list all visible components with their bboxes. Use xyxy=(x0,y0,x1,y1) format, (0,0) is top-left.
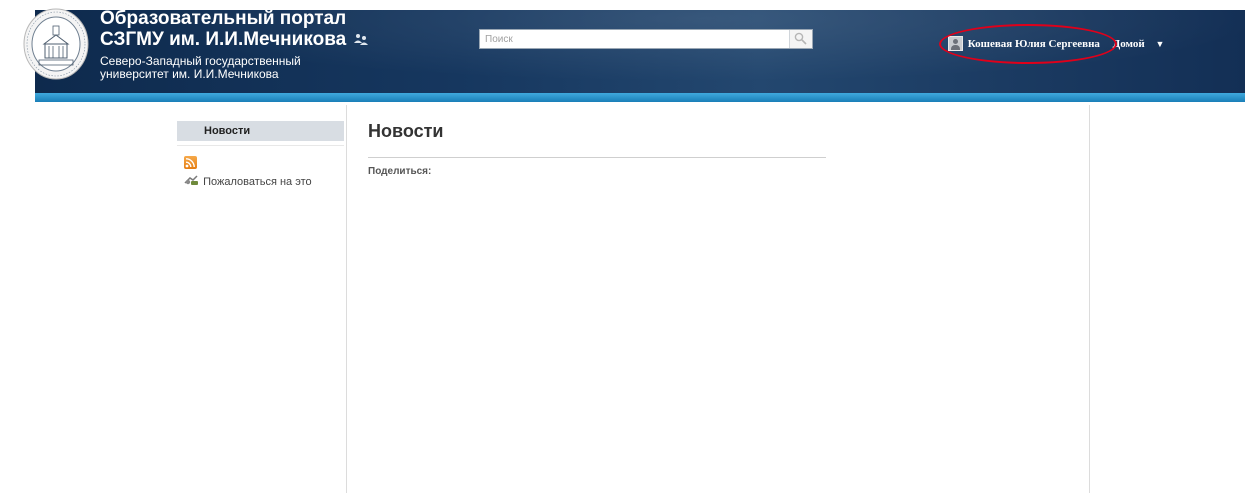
content-border-left xyxy=(346,105,347,493)
rss-icon[interactable] xyxy=(184,156,197,169)
header-accent-stripe xyxy=(35,93,1245,102)
search-input[interactable] xyxy=(480,30,780,48)
user-menu: Кошевая Юлия Сергеевна Домой ▼ xyxy=(948,36,1164,51)
page-title: Новости xyxy=(368,121,444,141)
university-seal-icon[interactable] xyxy=(23,8,89,80)
portal-title-line-1: Образовательный портал xyxy=(100,8,347,29)
search-button[interactable] xyxy=(789,30,812,48)
report-label: Пожаловаться на это xyxy=(203,175,312,188)
content-border-right xyxy=(1089,105,1090,493)
chevron-down-icon[interactable]: ▼ xyxy=(1155,39,1164,49)
portal-subtitle-line-2: университет им. И.И.Мечникова xyxy=(100,67,279,81)
user-name-link[interactable]: Кошевая Юлия Сергеевна xyxy=(968,38,1100,50)
sidebar-divider xyxy=(177,145,344,146)
report-icon xyxy=(184,174,200,189)
sidebar-item-news[interactable]: Новости xyxy=(177,121,344,141)
home-link[interactable]: Домой xyxy=(1113,38,1145,50)
users-icon[interactable] xyxy=(354,29,369,50)
portal-title-line-2-text: СЗГМУ им. И.И.Мечникова xyxy=(100,29,347,50)
portal-title[interactable]: Образовательный портал СЗГМУ им. И.И.Меч… xyxy=(100,8,369,50)
avatar[interactable] xyxy=(948,36,963,51)
search-box xyxy=(479,29,813,49)
report-link[interactable]: Пожаловаться на это xyxy=(184,174,312,189)
portal-subtitle: Северо-Западный государственный универси… xyxy=(100,55,301,81)
sidebar-item-label: Новости xyxy=(204,125,251,137)
title-divider xyxy=(368,157,826,158)
share-label: Поделиться: xyxy=(368,166,432,177)
portal-title-line-2: СЗГМУ им. И.И.Мечникова xyxy=(100,29,369,50)
